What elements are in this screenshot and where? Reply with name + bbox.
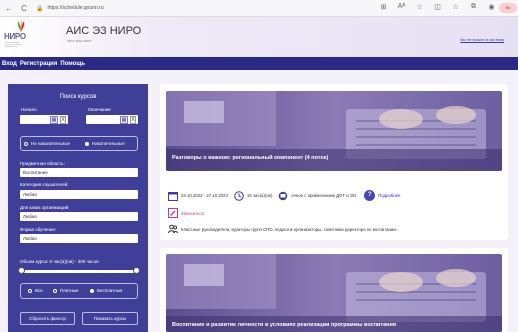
site-title: АИС ЭЗ НИРО: [66, 25, 142, 37]
collections-icon[interactable]: ⧉: [469, 3, 478, 11]
volume-slider-max-handle[interactable]: [133, 267, 140, 274]
volume-label: Объем курса: 0 час(а)(ов) - 300 часов: [20, 259, 99, 264]
course-dates-text: 23.10.2023 - 27.10.2023: [181, 193, 228, 198]
course-card: Воспитание и развитие личности в условия…: [160, 248, 508, 332]
address-bar[interactable]: https://schedule.gounn.ru: [47, 5, 103, 11]
start-date-label: Начало: [21, 107, 37, 112]
reload-icon[interactable]: C: [18, 4, 30, 13]
radio-dot: [53, 288, 57, 293]
course-card: Разговоры о важном: региональный компоне…: [160, 84, 508, 240]
course-image[interactable]: Разговоры о важном: региональный компоне…: [166, 91, 502, 171]
aa-icon[interactable]: Aᴬ: [397, 3, 406, 11]
course-title[interactable]: Разговоры о важном: региональный компоне…: [172, 155, 328, 161]
profile-button[interactable]: Вх: [499, 3, 517, 13]
category-label: Категория слушателей:: [20, 182, 69, 187]
subject-select[interactable]: Воспитание: [20, 168, 138, 177]
login-status-link[interactable]: Вы не вошли в систему: [460, 37, 504, 42]
end-calendar-icon[interactable]: ▦: [120, 116, 128, 124]
form-select[interactable]: Любая: [20, 234, 138, 243]
course-image[interactable]: Воспитание и развитие личности в условия…: [166, 254, 502, 332]
course-dates: 23.10.2023 - 27.10.2023 18 час(а)(ов) оч…: [168, 190, 401, 201]
subject-label: Предметная область:: [20, 161, 65, 166]
logo-subtitle: Нижегородский институт развития образова…: [5, 42, 23, 48]
course-hours: 18 час(а)(ов): [246, 193, 273, 198]
org-select[interactable]: Любая: [20, 212, 138, 221]
browser-toolbar: ← C 🔒 https://schedule.gounn.ru ⊞ Aᴬ ☆ ◫…: [0, 0, 518, 17]
radio-label: Бесплатные: [97, 288, 123, 293]
nav-register[interactable]: Регистрация: [20, 61, 58, 67]
pencil-icon: [168, 208, 178, 218]
site-header: НИРО Нижегородский институт развития обр…: [0, 17, 518, 57]
radio-dot: [24, 141, 28, 146]
volume-slider[interactable]: [21, 270, 137, 273]
radio-dot: [28, 288, 32, 293]
search-sidebar: Поиск курсов Начало Окончание ▦ X ▦ X Не…: [8, 84, 148, 332]
volume-slider-min-handle[interactable]: [18, 267, 25, 274]
radio-label: Накопительные: [92, 141, 125, 146]
show-courses-button[interactable]: Показать курсы: [82, 312, 138, 325]
category-select[interactable]: Любая: [20, 190, 138, 199]
logo-text: НИРО: [4, 32, 26, 41]
laptop-photo: [166, 254, 502, 332]
logo-icon: [17, 19, 25, 32]
start-clear-button[interactable]: X: [60, 116, 66, 124]
radio-dot: [90, 288, 94, 293]
calendar-icon: [168, 191, 178, 201]
org-label: Для каких организаций:: [20, 205, 70, 210]
radio-dot: [85, 141, 89, 146]
clock-icon: [234, 190, 244, 201]
favorites-icon[interactable]: ☆: [451, 3, 460, 11]
radio-label: Не накопительные: [31, 141, 71, 146]
radio-paid[interactable]: Платные: [53, 288, 79, 293]
enroll-row: Записаться: [168, 208, 204, 218]
grid-icon[interactable]: ⊞: [379, 3, 388, 11]
top-nav: Вход Регистрация Помощь: [0, 57, 518, 70]
end-date-label: Окончание: [88, 107, 111, 112]
radio-non-accumulative[interactable]: Не накопительные: [24, 141, 70, 146]
audience-row: Классные руководители, кураторы групп СП…: [168, 224, 397, 234]
radio-all[interactable]: Все: [28, 288, 43, 293]
course-title[interactable]: Воспитание и развитие личности в условия…: [172, 322, 396, 328]
course-audience: Классные руководители, кураторы групп СП…: [181, 226, 397, 232]
help-icon[interactable]: ?: [364, 190, 376, 201]
details-link[interactable]: Подробнее: [378, 193, 400, 198]
lock-icon: 🔒: [36, 5, 44, 12]
nav-login[interactable]: Вход: [2, 61, 17, 67]
course-format: очное с применением ДОТ и ЭО: [291, 193, 357, 198]
form-label: Форма обучения:: [20, 227, 57, 232]
back-icon[interactable]: ←: [3, 4, 15, 13]
radio-label: Платные: [60, 288, 79, 293]
sidebar-title: Поиск курсов: [59, 94, 97, 100]
radio-accumulative[interactable]: Накопительные: [85, 141, 125, 146]
users-icon: [168, 224, 178, 234]
end-clear-button[interactable]: X: [130, 116, 136, 124]
profile-icon[interactable]: ◉: [487, 3, 496, 11]
site-subtitle: ГБОУ ДПО НИРО: [67, 39, 92, 43]
split-icon[interactable]: ◫: [433, 3, 442, 11]
browser-toolbar-icons: ⊞ Aᴬ ☆ ◫ ☆ ⧉ ◉: [379, 3, 496, 11]
reset-filter-button[interactable]: Сбросить фильтр: [20, 312, 75, 325]
radio-label: Все: [35, 288, 43, 293]
star-icon[interactable]: ☆: [415, 3, 424, 11]
start-calendar-icon[interactable]: ▦: [50, 116, 58, 124]
enroll-link[interactable]: Записаться: [181, 211, 204, 216]
radio-free[interactable]: Бесплатные: [90, 288, 122, 293]
nav-help[interactable]: Помощь: [60, 61, 85, 67]
format-icon: [279, 191, 288, 200]
